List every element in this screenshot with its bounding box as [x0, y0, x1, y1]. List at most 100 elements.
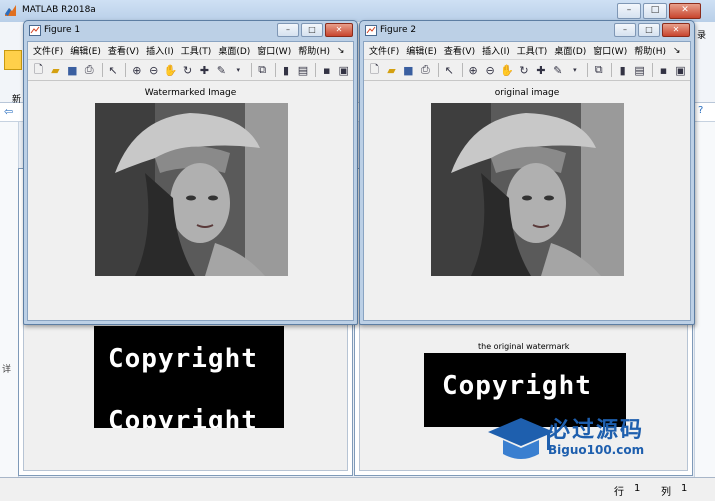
figure-1-client: 文件(F) 编辑(E) 查看(V) 插入(I) 工具(T) 桌面(D) 窗口(W…	[27, 41, 354, 321]
menu-desktop[interactable]: 桌面(D)	[554, 44, 586, 57]
menu-insert[interactable]: 插入(I)	[146, 44, 174, 57]
figure-1-menubar: 文件(F) 编辑(E) 查看(V) 插入(I) 工具(T) 桌面(D) 窗口(W…	[28, 42, 353, 59]
new-figure-icon[interactable]: 🗋	[367, 62, 382, 78]
save-icon[interactable]: ■	[401, 62, 416, 78]
open-file-icon[interactable]: ▰	[384, 62, 399, 78]
hide-plot-tools-icon[interactable]: ▪	[656, 62, 671, 78]
figure-2-title: Figure 2	[380, 25, 417, 35]
menu-edit[interactable]: 编辑(E)	[406, 44, 437, 57]
colorbar-icon[interactable]: ▮	[279, 62, 294, 78]
edit-plot-arrow-icon[interactable]: ↖	[106, 62, 121, 78]
figure-2-window[interactable]: Figure 2 – □ ✕ 文件(F) 编辑(E) 查看(V) 插入(I) 工…	[359, 20, 695, 325]
menu-file[interactable]: 文件(F)	[33, 44, 63, 57]
status-bar: 行 1 列 1	[0, 477, 715, 501]
figure-1-close-button[interactable]: ✕	[325, 23, 353, 37]
figure-2-menubar: 文件(F) 编辑(E) 查看(V) 插入(I) 工具(T) 桌面(D) 窗口(W…	[364, 42, 690, 59]
main-minimize-button[interactable]: –	[617, 3, 641, 19]
brush-icon[interactable]: ✎	[214, 62, 229, 78]
legend-icon[interactable]: ▤	[632, 62, 647, 78]
menu-more[interactable]: ↘	[673, 46, 681, 56]
print-icon[interactable]: ⎙	[82, 62, 97, 78]
zoom-out-icon[interactable]: ⊖	[146, 62, 161, 78]
watermark-axes-title: the original watermark	[478, 342, 570, 351]
row-label: 行	[614, 487, 624, 498]
menu-more[interactable]: ↘	[337, 46, 345, 56]
menu-tools[interactable]: 工具(T)	[517, 44, 548, 57]
menu-window[interactable]: 窗口(W)	[593, 44, 627, 57]
brand-name: 必过源码	[548, 418, 645, 443]
menu-window[interactable]: 窗口(W)	[257, 44, 291, 57]
menu-help[interactable]: 帮助(H)	[634, 44, 666, 57]
edit-plot-arrow-icon[interactable]: ↖	[442, 62, 457, 78]
figure-2-maximize-button[interactable]: □	[638, 23, 660, 37]
menu-view[interactable]: 查看(V)	[444, 44, 475, 57]
figure-1-minimize-button[interactable]: –	[277, 23, 299, 37]
brush-dropdown-icon[interactable]: ▾	[231, 62, 246, 78]
row-value: 1	[634, 483, 641, 494]
pan-hand-icon[interactable]: ✋	[500, 62, 515, 78]
menu-file[interactable]: 文件(F)	[369, 44, 399, 57]
show-plot-tools-icon[interactable]: ▣	[673, 62, 688, 78]
col-label: 列	[661, 487, 671, 498]
brush-icon[interactable]: ✎	[550, 62, 565, 78]
menu-view[interactable]: 查看(V)	[108, 44, 139, 57]
main-close-button[interactable]: ✕	[669, 3, 701, 19]
print-icon[interactable]: ⎙	[418, 62, 433, 78]
menu-desktop[interactable]: 桌面(D)	[218, 44, 250, 57]
rotate-3d-icon[interactable]: ↻	[180, 62, 195, 78]
col-value: 1	[681, 483, 688, 494]
figure-2-minimize-button[interactable]: –	[614, 23, 636, 37]
rotate-3d-icon[interactable]: ↻	[517, 62, 532, 78]
left-side-panel: 详	[0, 122, 19, 477]
new-script-icon[interactable]	[4, 50, 22, 70]
pan-hand-icon[interactable]: ✋	[163, 62, 178, 78]
menu-insert[interactable]: 插入(I)	[482, 44, 510, 57]
right-side-panel	[694, 122, 715, 477]
zoom-out-icon[interactable]: ⊖	[483, 62, 498, 78]
figure-1-maximize-button[interactable]: □	[301, 23, 323, 37]
new-figure-icon[interactable]: 🗋	[31, 62, 46, 78]
watermark-text-right: Copyright	[442, 371, 592, 401]
figure-2-axes-title: original image	[494, 88, 560, 98]
menu-tools[interactable]: 工具(T)	[181, 44, 212, 57]
watermarked-image	[95, 103, 288, 276]
save-icon[interactable]: ■	[65, 62, 80, 78]
show-plot-tools-icon[interactable]: ▣	[336, 62, 351, 78]
figure-2-toolbar: 🗋 ▰ ■ ⎙ ↖ ⊕ ⊖ ✋ ↻ ✚ ✎ ▾ ⧉ ▮ ▤ ▪ ▣	[364, 59, 690, 81]
brush-dropdown-icon[interactable]: ▾	[567, 62, 582, 78]
figure-1-title: Figure 1	[44, 25, 81, 35]
figure-2-close-button[interactable]: ✕	[662, 23, 690, 37]
brand-url: Biguo100.com	[548, 443, 645, 457]
ribbon-right-label: 录	[697, 31, 707, 41]
legend-icon[interactable]: ▤	[295, 62, 310, 78]
figure-1-toolbar: 🗋 ▰ ■ ⎙ ↖ ⊕ ⊖ ✋ ↻ ✚ ✎ ▾ ⧉ ▮ ▤ ▪ ▣	[28, 59, 353, 81]
menu-edit[interactable]: 编辑(E)	[70, 44, 101, 57]
back-arrow-icon[interactable]: ⇦	[4, 105, 13, 118]
figure-window-icon	[29, 25, 41, 36]
figure-1-axes-title: Watermarked Image	[144, 88, 237, 98]
original-image	[431, 103, 624, 276]
colorbar-icon[interactable]: ▮	[615, 62, 630, 78]
extracted-watermark-image: Copyright Copyright	[94, 326, 284, 428]
help-icon[interactable]: ?	[698, 105, 703, 116]
link-plot-icon[interactable]: ⧉	[591, 62, 606, 78]
hide-plot-tools-icon[interactable]: ▪	[319, 62, 334, 78]
zoom-in-icon[interactable]: ⊕	[129, 62, 144, 78]
matlab-logo-icon	[5, 5, 16, 16]
figure-1-window[interactable]: Figure 1 – □ ✕ 文件(F) 编辑(E) 查看(V) 插入(I) 工…	[23, 20, 358, 325]
main-maximize-button[interactable]: □	[643, 3, 667, 19]
figure-2-client: 文件(F) 编辑(E) 查看(V) 插入(I) 工具(T) 桌面(D) 窗口(W…	[363, 41, 691, 321]
main-window-title: MATLAB R2018a	[22, 5, 96, 15]
left-panel-label: 详	[2, 365, 12, 375]
data-cursor-icon[interactable]: ✚	[197, 62, 212, 78]
zoom-in-icon[interactable]: ⊕	[466, 62, 481, 78]
figure-2-titlebar[interactable]: Figure 2 – □ ✕	[360, 21, 694, 40]
data-cursor-icon[interactable]: ✚	[533, 62, 548, 78]
figure-window-icon	[365, 25, 377, 36]
menu-help[interactable]: 帮助(H)	[298, 44, 330, 57]
figure-1-titlebar[interactable]: Figure 1 – □ ✕	[24, 21, 357, 40]
open-file-icon[interactable]: ▰	[48, 62, 63, 78]
link-plot-icon[interactable]: ⧉	[255, 62, 270, 78]
watermark-text-left: Copyright	[108, 344, 258, 374]
watermark-text-left-2: Copyright	[108, 406, 258, 428]
